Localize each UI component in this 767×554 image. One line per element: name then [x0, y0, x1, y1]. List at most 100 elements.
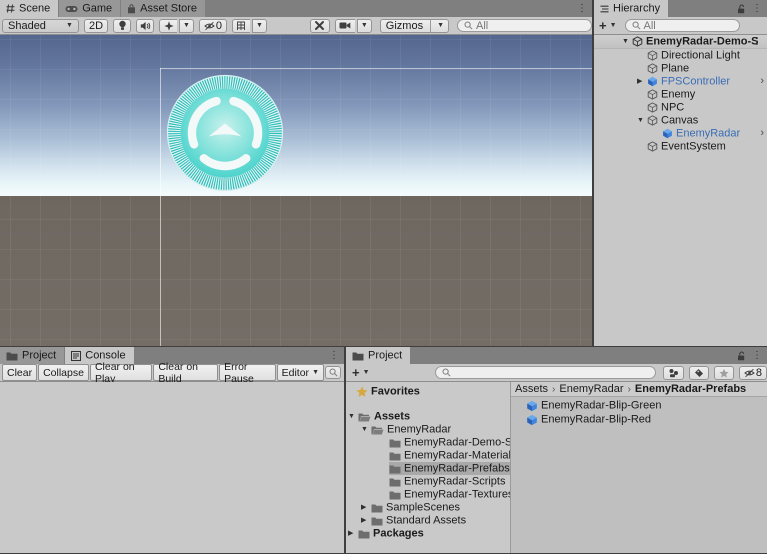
scene-header-row[interactable]: ▼ EnemyRadar-Demo-S ⋮ — [594, 35, 767, 49]
breadcrumb-enemyradar[interactable]: EnemyRadar — [559, 383, 623, 395]
folder-row-materials[interactable]: EnemyRadar-Materials — [346, 449, 510, 462]
scene-camera-dropdown[interactable]: ▼ — [357, 19, 372, 33]
folder-row-samplescenes[interactable]: ▶ SampleScenes — [346, 501, 510, 514]
scene-audio-button[interactable] — [136, 19, 154, 33]
favorites-filter-button[interactable] — [714, 366, 734, 380]
scene-effects-dropdown[interactable]: ▼ — [179, 19, 194, 33]
hierarchy-item-eventsystem[interactable]: EventSystem — [594, 140, 767, 153]
chevron-down-icon: ▼ — [361, 22, 368, 29]
shading-mode-dropdown[interactable]: Shaded ▼ — [2, 19, 79, 33]
folder-row-scripts[interactable]: EnemyRadar-Scripts — [346, 475, 510, 488]
project-create-button[interactable]: + — [352, 366, 360, 379]
package-icon — [668, 368, 679, 378]
expand-arrow-icon[interactable]: ▶ — [361, 517, 371, 524]
tab-hierarchy[interactable]: Hierarchy — [594, 0, 668, 17]
folder-row-standard-assets[interactable]: ▶ Standard Assets — [346, 514, 510, 527]
folder-row-textures[interactable]: EnemyRadar-Textures — [346, 488, 510, 501]
console-clear-on-play-button[interactable]: Clear on Play — [90, 364, 152, 381]
eye-off-icon — [204, 21, 215, 31]
console-log-area[interactable] — [0, 382, 344, 553]
project-panel: Project ⋮ + ▼ 8 — [346, 347, 767, 553]
unlock-icon[interactable] — [737, 4, 746, 14]
tab-asset-store-label: Asset Store — [140, 2, 197, 14]
component-tools-button[interactable] — [310, 19, 330, 33]
light-bulb-icon — [118, 20, 127, 31]
unlock-icon[interactable] — [737, 351, 746, 361]
grid-visibility-button[interactable] — [232, 19, 250, 33]
folder-row-enemyradar[interactable]: ▼ EnemyRadar — [346, 423, 510, 436]
2d-toggle-button[interactable]: 2D — [84, 19, 108, 33]
prefab-open-chevron-icon[interactable]: › — [760, 76, 764, 87]
scene-viewport[interactable] — [0, 35, 592, 346]
collapse-arrow-icon[interactable]: ▼ — [637, 117, 647, 124]
prefab-open-chevron-icon[interactable]: › — [760, 128, 764, 139]
console-error-pause-button[interactable]: Error Pause — [219, 364, 276, 381]
expand-arrow-icon[interactable]: ▶ — [348, 530, 358, 537]
folder-icon — [371, 516, 383, 526]
hierarchy-panel-menu-icon[interactable]: ⋮ — [752, 4, 762, 14]
hierarchy-item-canvas[interactable]: ▼ Canvas — [594, 114, 767, 127]
chevron-down-icon: ▼ — [363, 369, 370, 376]
tab-project[interactable]: Project — [346, 347, 410, 364]
hidden-packages-button[interactable]: 8 — [739, 366, 767, 380]
console-search-button[interactable] — [325, 366, 341, 379]
collapse-arrow-icon[interactable]: ▼ — [622, 38, 632, 45]
scene-menu-icon[interactable]: ⋮ — [752, 37, 762, 47]
shading-mode-label: Shaded — [8, 20, 46, 32]
hierarchy-item-fpscontroller[interactable]: ▶ FPSController › — [594, 75, 767, 88]
scene-camera-button[interactable] — [335, 19, 355, 33]
hierarchy-item-enemyradar[interactable]: EnemyRadar › — [594, 127, 767, 140]
project-folder-tree: Favorites ▼ Assets ▼ EnemyRadar EnemyRad… — [346, 382, 511, 553]
scene-search-placeholder: All — [476, 20, 488, 32]
project-panel-menu-icon[interactable]: ⋮ — [752, 351, 762, 361]
folder-row-packages[interactable]: ▶ Packages — [346, 527, 510, 540]
project-toolbar: + ▼ 8 — [346, 364, 767, 382]
expand-arrow-icon[interactable]: ▶ — [637, 78, 647, 85]
folder-row-assets[interactable]: ▼ Assets — [346, 410, 510, 423]
console-panel-menu-icon[interactable]: ⋮ — [329, 351, 339, 361]
console-editor-dropdown[interactable]: Editor▼ — [277, 364, 324, 381]
tab-project-left[interactable]: Project — [0, 347, 64, 364]
asset-row-blip-red[interactable]: EnemyRadar-Blip-Red — [511, 413, 767, 427]
project-content-pane[interactable]: Assets › EnemyRadar › EnemyRadar-Prefabs… — [511, 382, 767, 553]
search-by-type-button[interactable] — [663, 366, 684, 380]
breadcrumb-assets[interactable]: Assets — [515, 383, 548, 395]
enemy-radar-widget[interactable] — [165, 73, 285, 193]
console-clear-button[interactable]: Clear — [2, 364, 37, 381]
scene-effects-button[interactable] — [159, 19, 177, 33]
scene-lighting-button[interactable] — [113, 19, 131, 33]
search-icon — [464, 21, 473, 30]
scene-visibility-button[interactable]: 0 — [199, 19, 227, 33]
scene-search-input[interactable]: All — [457, 19, 592, 32]
favorites-row[interactable]: Favorites — [346, 385, 510, 398]
project-body: Favorites ▼ Assets ▼ EnemyRadar EnemyRad… — [346, 382, 767, 553]
breadcrumb-prefabs[interactable]: EnemyRadar-Prefabs — [635, 383, 746, 395]
tab-asset-store[interactable]: Asset Store — [121, 0, 205, 17]
gizmos-label: Gizmos — [381, 20, 428, 32]
console-collapse-button[interactable]: Collapse — [38, 364, 89, 381]
folder-icon — [389, 464, 401, 474]
folder-row-demo-scene[interactable]: EnemyRadar-Demo-Sce — [346, 436, 510, 449]
hierarchy-create-button[interactable]: + — [599, 19, 607, 32]
collapse-arrow-icon[interactable]: ▼ — [348, 413, 358, 420]
console-clear-on-build-button[interactable]: Clear on Build — [153, 364, 218, 381]
hierarchy-tabbar: Hierarchy ⋮ — [594, 0, 767, 17]
collapse-arrow-icon[interactable]: ▼ — [361, 426, 371, 433]
hierarchy-search-input[interactable]: All — [625, 19, 740, 32]
tab-scene[interactable]: Scene — [0, 0, 58, 17]
expand-arrow-icon[interactable]: ▶ — [361, 504, 371, 511]
hierarchy-item-npc[interactable]: NPC — [594, 101, 767, 114]
hierarchy-item-enemy[interactable]: Enemy — [594, 88, 767, 101]
project-search-input[interactable] — [435, 366, 656, 379]
folder-row-prefabs-selected[interactable]: EnemyRadar-Prefabs — [346, 462, 510, 475]
hierarchy-item-plane[interactable]: Plane — [594, 62, 767, 75]
hierarchy-item-directional-light[interactable]: Directional Light — [594, 49, 767, 62]
scene-panel-menu-icon[interactable]: ⋮ — [577, 4, 587, 14]
search-by-label-button[interactable] — [689, 366, 709, 380]
tab-game[interactable]: Game — [59, 0, 120, 17]
hierarchy-panel: Hierarchy ⋮ + ▼ All ▼ EnemyRadar-Demo-S … — [594, 0, 767, 346]
gizmos-dropdown[interactable]: Gizmos ▼ — [380, 19, 449, 33]
asset-row-blip-green[interactable]: EnemyRadar-Blip-Green — [511, 399, 767, 413]
speaker-icon — [140, 21, 151, 31]
grid-visibility-dropdown[interactable]: ▼ — [252, 19, 267, 33]
